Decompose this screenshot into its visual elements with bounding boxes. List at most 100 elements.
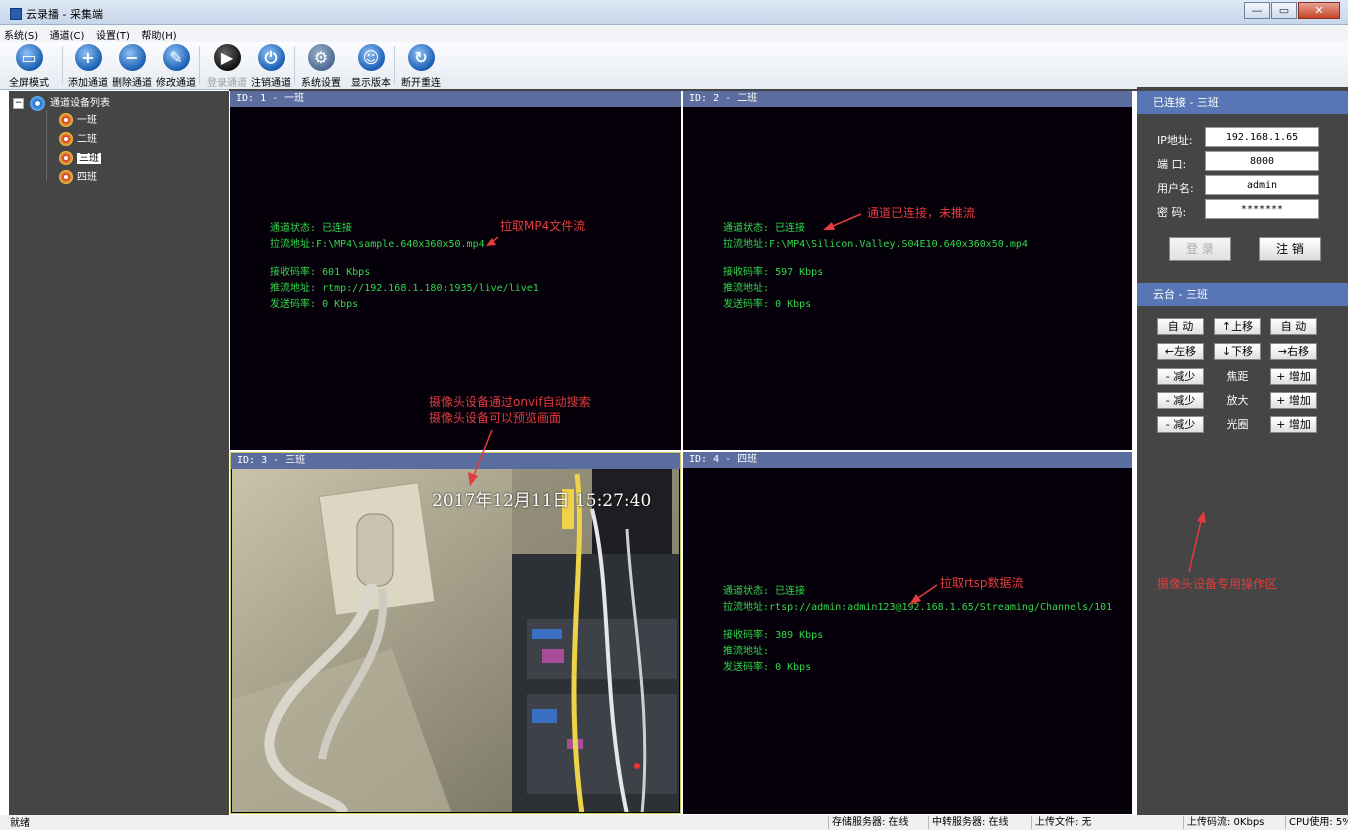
gear-icon: ⚙: [307, 44, 335, 71]
menu-bar: 系统(S) 通道(C) 设置(T) 帮助(H): [0, 25, 1348, 42]
status-ready: 就绪: [10, 818, 30, 829]
cpu-usage-status: CPU使用: 5%: [1285, 816, 1348, 829]
zoom-label: 放大: [1226, 394, 1249, 407]
fullscreen-button[interactable]: ▭ 全屏模式: [9, 44, 49, 89]
tree-item-class-2[interactable]: 二班: [59, 131, 97, 149]
refresh-icon: ↻: [407, 44, 435, 71]
annotation-arrows: [823, 213, 862, 230]
logout-channel-button[interactable]: ⏻ 注销通道: [251, 44, 291, 89]
channel-tree-panel: − 通道设备列表 一班 二班 三班 四班: [9, 91, 229, 815]
maximize-button[interactable]: ▭: [1271, 2, 1297, 19]
annotation-arrows: [909, 584, 938, 605]
camera-icon: [59, 132, 73, 146]
ptz-auto-right-button[interactable]: 自 动: [1270, 318, 1317, 335]
toolbar-separator: [394, 46, 395, 84]
menu-help[interactable]: 帮助(H): [137, 25, 180, 42]
ptz-left-button[interactable]: ←左移: [1157, 343, 1204, 360]
tree-item-class-1[interactable]: 一班: [59, 112, 97, 130]
collapse-icon[interactable]: −: [13, 97, 24, 109]
led: [634, 763, 640, 769]
ptz-up-button[interactable]: ↑上移: [1214, 318, 1261, 335]
show-version-label: 显示版本: [351, 78, 391, 89]
reconnect-label: 断开重连: [401, 78, 441, 89]
arrow-head: [468, 472, 478, 486]
video-panel-1[interactable]: ID: 1 - 一班 通道状态: 已连接 拉流地址:F:\MP4\sample.…: [230, 91, 681, 450]
login-channel-label: 登录通道: [207, 78, 247, 89]
login-button[interactable]: 登 录: [1169, 237, 1231, 261]
menu-system[interactable]: 系统(S): [0, 25, 42, 42]
password-field[interactable]: *******: [1205, 199, 1319, 219]
edit-circle-icon: ✎: [162, 44, 190, 71]
password-label: 密 码:: [1157, 206, 1187, 219]
menu-settings[interactable]: 设置(T): [92, 25, 134, 42]
arrow-line: [917, 584, 938, 599]
ptz-auto-left-button[interactable]: 自 动: [1157, 318, 1204, 335]
edit-channel-button[interactable]: ✎ 修改通道: [156, 44, 196, 89]
camera-preview: 2017年12月11日 15:27:40: [232, 469, 679, 812]
delete-channel-button[interactable]: − 删除通道: [112, 44, 152, 89]
add-channel-button[interactable]: + 添加通道: [68, 44, 108, 89]
edit-channel-label: 修改通道: [156, 78, 196, 89]
video-panel-3[interactable]: ID: 3 - 三班 2017年12月11日 15:27:40: [230, 452, 681, 814]
logout-button[interactable]: 注 销: [1259, 237, 1321, 261]
tree-item-label: 三班: [77, 153, 101, 164]
annotation-arrows: [486, 236, 499, 246]
toolbar-separator: [294, 46, 295, 84]
tree-root[interactable]: − 通道设备列表: [13, 94, 110, 111]
system-settings-label: 系统设置: [301, 78, 341, 89]
ptz-down-button[interactable]: ↓下移: [1214, 343, 1261, 360]
ip-label: IP地址:: [1157, 134, 1193, 147]
arrow-head: [823, 222, 835, 230]
show-version-button[interactable]: ☺ 显示版本: [351, 44, 391, 89]
logout-channel-label: 注销通道: [251, 78, 291, 89]
iris-decrease-button[interactable]: - 减少: [1157, 416, 1204, 433]
app-icon: [10, 8, 22, 20]
tree-item-label: 四班: [77, 172, 97, 183]
focus-label: 焦距: [1226, 370, 1249, 383]
minimize-button[interactable]: —: [1244, 2, 1270, 19]
window-controls: — ▭ ✕: [1243, 2, 1340, 20]
zoom-increase-button[interactable]: + 增加: [1270, 392, 1317, 409]
menu-channel[interactable]: 通道(C): [46, 25, 89, 42]
close-button[interactable]: ✕: [1298, 2, 1340, 19]
tree-item-label: 二班: [77, 134, 97, 145]
ptz-right-button[interactable]: →右移: [1270, 343, 1317, 360]
camera-icon: [59, 113, 73, 127]
port-field[interactable]: 8000: [1205, 151, 1319, 171]
iris-increase-button[interactable]: + 增加: [1270, 416, 1317, 433]
tree-item-class-3[interactable]: 三班: [59, 150, 101, 168]
tree-line: [46, 111, 47, 181]
iris-label: 光圈: [1226, 418, 1249, 431]
camera-preview-image: [232, 469, 679, 812]
relay-server-status: 中转服务器: 在线: [928, 816, 1009, 829]
video-panel-4[interactable]: ID: 4 - 四班 通道状态: 已连接 拉流地址:rtsp://admin:a…: [683, 452, 1132, 814]
fullscreen-label: 全屏模式: [9, 78, 49, 89]
power-icon: ⏻: [257, 44, 285, 71]
toolbar: ▭ 全屏模式 + 添加通道 − 删除通道 ✎ 修改通道 ▶ 登录通道 ⏻ 注销通…: [0, 42, 1348, 90]
tree-item-label: 一班: [77, 115, 97, 126]
video-panel-2[interactable]: ID: 2 - 二班 通道状态: 已连接 拉流地址:F:\MP4\Silicon…: [683, 91, 1132, 450]
plus-circle-icon: +: [74, 44, 102, 71]
user-label: 用户名:: [1157, 182, 1194, 195]
play-circle-icon: ▶: [213, 44, 241, 71]
camera-icon: [59, 151, 73, 165]
tree-item-class-4[interactable]: 四班: [59, 169, 97, 187]
port-label: 端 口:: [1157, 158, 1187, 171]
minus-circle-icon: −: [118, 44, 146, 71]
user-icon: ☺: [357, 44, 385, 71]
reconnect-button[interactable]: ↻ 断开重连: [401, 44, 441, 89]
status-bar: 就绪 存储服务器: 在线 中转服务器: 在线 上传文件: 无 上传码流: 0Kb…: [0, 815, 1348, 830]
arrow-line: [832, 213, 862, 227]
focus-decrease-button[interactable]: - 减少: [1157, 368, 1204, 385]
ip-field[interactable]: 192.168.1.65: [1205, 127, 1319, 147]
focus-increase-button[interactable]: + 增加: [1270, 368, 1317, 385]
zoom-decrease-button[interactable]: - 减少: [1157, 392, 1204, 409]
login-channel-button[interactable]: ▶ 登录通道: [207, 44, 247, 89]
connection-header: 已连接 - 三班: [1137, 91, 1348, 114]
control-panel: 已连接 - 三班 IP地址: 192.168.1.65 端 口: 8000 用户…: [1137, 87, 1348, 815]
upload-file-status: 上传文件: 无: [1031, 816, 1092, 829]
username-field[interactable]: admin: [1205, 175, 1319, 195]
system-settings-button[interactable]: ⚙ 系统设置: [301, 44, 341, 89]
eye-icon: [30, 95, 45, 111]
annotation-ptz-area: 摄像头设备专用操作区: [1157, 577, 1278, 591]
